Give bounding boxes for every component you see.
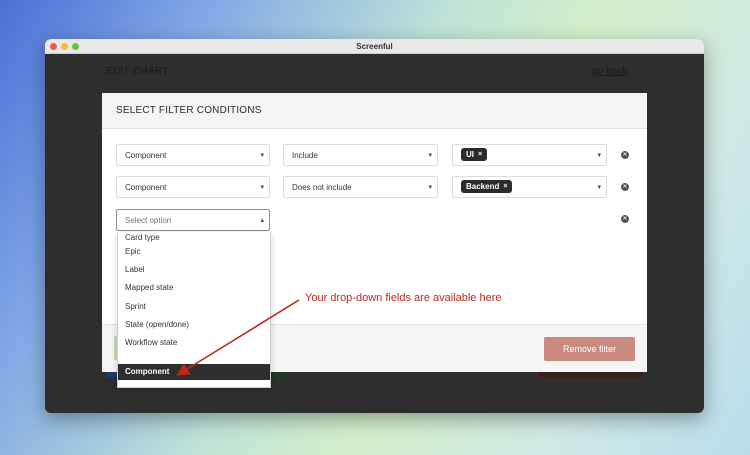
annotation-arrow (176, 299, 300, 376)
annotation-text: Your drop-down fields are available here (305, 292, 502, 304)
